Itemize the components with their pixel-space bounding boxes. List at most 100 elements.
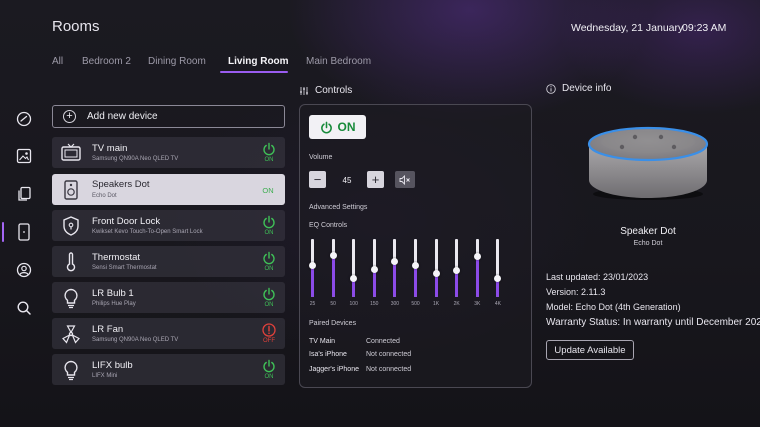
add-device-button[interactable]: + Add new device (52, 105, 285, 128)
device-name: Speakers Dot (92, 179, 150, 190)
device-info-name: Speaker Dot (620, 226, 676, 237)
device-model: Echo Dot (92, 193, 117, 199)
eq-slider-knob[interactable] (494, 274, 502, 282)
power-icon (320, 121, 332, 134)
eq-slider-knob[interactable] (309, 261, 316, 269)
power-icon[interactable] (262, 287, 276, 301)
eq-slider-knob[interactable] (329, 251, 337, 259)
eq-slider-knob[interactable] (473, 252, 481, 260)
shield-lock-icon (60, 215, 82, 237)
eq-slider-500[interactable] (412, 239, 419, 297)
device-item-front-door-lock[interactable]: Front Door Lock Kwikset Kevo Touch-To-Op… (52, 210, 285, 241)
volume-up-button[interactable]: + (367, 171, 384, 188)
eq-band-label: 4K (494, 301, 501, 307)
tab-all[interactable]: All (52, 56, 63, 67)
model-line: Model: Echo Dot (4th Generation) (546, 302, 681, 312)
eq-slider-knob[interactable] (370, 265, 378, 273)
device-name: LR Fan (92, 324, 124, 335)
power-toggle-button[interactable]: ON (309, 115, 366, 139)
last-updated: Last updated: 23/01/2023 (546, 272, 649, 282)
add-device-label: Add new device (87, 111, 158, 122)
power-icon[interactable] (262, 142, 276, 156)
volume-value: 45 (342, 176, 352, 185)
eq-band-label: 3K (474, 301, 481, 307)
photo-frame-icon[interactable] (15, 147, 33, 165)
device-model: Philips Hue Play (92, 301, 136, 307)
device-info-header: Device info (546, 83, 611, 94)
eq-slider-4k[interactable] (494, 239, 502, 297)
power-icon[interactable] (262, 359, 276, 373)
tab-main-bedroom[interactable]: Main Bedroom (306, 56, 371, 67)
fan-icon (60, 323, 82, 345)
active-tab-underline (220, 71, 288, 73)
eq-slider-fill (372, 269, 376, 297)
device-state: ON (264, 157, 274, 163)
volume-down-button[interactable]: − (309, 171, 326, 188)
alert-icon[interactable] (262, 323, 276, 337)
device-icon[interactable] (15, 223, 33, 241)
eq-slider-knob[interactable] (432, 270, 440, 278)
page-title: Rooms (52, 18, 100, 35)
tab-living-room[interactable]: Living Room (228, 56, 289, 67)
eq-band-label: 100 (349, 301, 358, 307)
power-icon[interactable] (262, 251, 276, 265)
eq-slider-50[interactable] (329, 239, 337, 297)
eq-slider-300[interactable] (391, 239, 399, 297)
eq-slider-3k[interactable] (473, 239, 481, 297)
speaker-icon (60, 179, 82, 201)
device-item-tv-main[interactable]: TV main Samsung QN90A Neo QLED TV ON (52, 137, 285, 168)
date-display: Wednesday, 21 January (571, 22, 684, 34)
device-state: ON (264, 266, 274, 272)
device-item-speakers-dot[interactable]: Speakers Dot Echo Dot ON (52, 174, 285, 205)
eq-slider-knob[interactable] (453, 267, 461, 275)
device-info-model: Echo Dot (633, 240, 663, 247)
tab-bedroom-2[interactable]: Bedroom 2 (82, 56, 131, 67)
device-name: Front Door Lock (92, 216, 161, 227)
eq-slider-1k[interactable] (432, 239, 440, 297)
device-item-lr-fan[interactable]: LR Fan Samsung QN90A Neo QLED TV OFF (52, 318, 285, 349)
user-icon[interactable] (15, 261, 33, 279)
speaker-mute-icon (399, 174, 410, 185)
controls-header: Controls (299, 85, 352, 96)
time-display: 09:23 AM (682, 22, 727, 34)
paired-device-status: Not connected (366, 351, 412, 358)
eq-slider-fill (475, 256, 479, 297)
info-icon (546, 83, 556, 94)
device-item-lr-bulb-1[interactable]: LR Bulb 1 Philips Hue Play ON (52, 282, 285, 313)
eq-slider-fill (455, 270, 459, 297)
eq-slider-150[interactable] (370, 239, 378, 297)
eq-slider-knob[interactable] (350, 274, 358, 282)
eq-band-label: 300 (390, 301, 400, 307)
eq-band-label: 500 (411, 301, 420, 307)
echo-dot-image (587, 126, 709, 200)
eq-controls-label: EQ Controls (309, 222, 348, 229)
eq-slider-100[interactable] (350, 239, 358, 297)
eq-slider-knob[interactable] (391, 257, 399, 265)
plus-icon: + (63, 110, 76, 123)
tv-icon (60, 142, 82, 164)
device-model: Samsung QN90A Neo QLED TV (92, 156, 179, 162)
device-state: ON (264, 374, 274, 380)
eq-slider-2k[interactable] (453, 239, 461, 297)
search-icon[interactable] (15, 299, 33, 317)
device-model: Sensi Smart Thermostat (92, 265, 157, 271)
device-name: Thermostat (92, 252, 141, 263)
dashboard-gauge-icon[interactable] (15, 110, 33, 128)
controls-panel: ON Volume − 45 + Advanced Settings EQ Co… (299, 104, 532, 388)
sliders-icon (300, 86, 308, 95)
copy-devices-icon[interactable] (15, 185, 33, 203)
power-icon[interactable] (262, 215, 276, 229)
paired-device-name: Isa's iPhone (309, 351, 347, 358)
device-model: LIFX Mini (92, 373, 118, 379)
device-item-lifx-bulb[interactable]: LIFX bulb LIFX Mini ON (52, 354, 285, 385)
device-state: ON (262, 186, 274, 195)
tab-dining-room[interactable]: Dining Room (148, 56, 206, 67)
eq-slider-25[interactable] (309, 239, 316, 297)
eq-slider-knob[interactable] (412, 261, 419, 269)
mute-button[interactable] (395, 171, 415, 188)
eq-slider-fill (414, 265, 417, 297)
advanced-settings-label: Advanced Settings (309, 204, 368, 211)
device-item-thermostat[interactable]: Thermostat Sensi Smart Thermostat ON (52, 246, 285, 277)
update-available-button[interactable]: Update Available (546, 340, 634, 360)
paired-device-status: Not connected (366, 366, 412, 373)
